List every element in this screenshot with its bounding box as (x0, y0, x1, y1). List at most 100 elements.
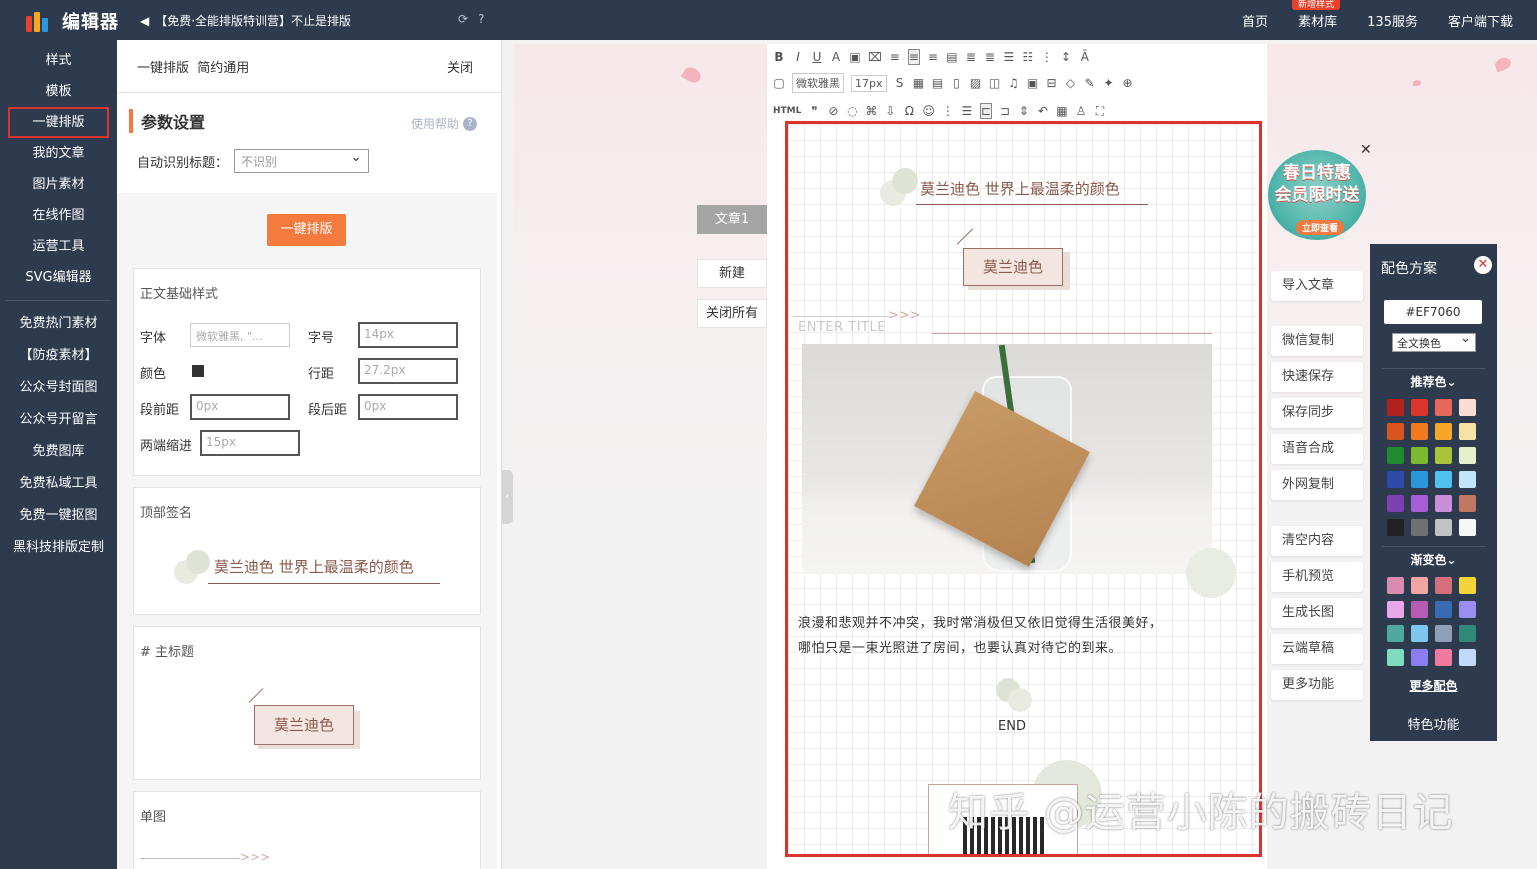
color-swatch[interactable] (1387, 649, 1404, 666)
color-swatch[interactable] (1411, 447, 1428, 464)
color-swatch[interactable] (1459, 471, 1476, 488)
refresh-icon[interactable]: ⟳ (458, 12, 468, 26)
letter-spacing-icon[interactable]: ↕ (1060, 50, 1072, 64)
import-icon[interactable]: ⇩ (884, 104, 896, 118)
color-swatch[interactable] (1387, 399, 1404, 416)
color-swatch[interactable] (1459, 447, 1476, 464)
import-article-button[interactable]: 导入文章 (1271, 271, 1363, 301)
doc-tab-article1[interactable]: 文章1 (697, 205, 767, 234)
close-icon[interactable]: ✕ (1360, 142, 1372, 158)
color-swatch[interactable] (1459, 601, 1476, 618)
paragraph-spacing-icon[interactable]: ☷ (1022, 50, 1034, 64)
sidebar-item-templates[interactable]: 模板 (0, 76, 117, 107)
notice[interactable]: ◀ 【免费·全能排版特训营】不止是排版 (140, 12, 351, 29)
nav-download[interactable]: 客户端下载 (1448, 11, 1513, 30)
color-swatch[interactable] (1411, 519, 1428, 536)
long-image-button[interactable]: 生成长图 (1271, 598, 1363, 628)
indent-icon[interactable]: ≣ (965, 50, 977, 64)
space-before-input[interactable]: 0px (190, 394, 290, 420)
unlink-icon[interactable]: ◌ (846, 104, 858, 118)
color-swatch[interactable] (1387, 495, 1404, 512)
color-swatch[interactable] (1387, 423, 1404, 440)
color-swatch[interactable] (1411, 495, 1428, 512)
divider-icon[interactable]: ⊟ (1046, 76, 1058, 90)
logo[interactable]: 编辑器 (26, 8, 119, 34)
color-swatch[interactable] (1411, 399, 1428, 416)
quick-save-button[interactable]: 快速保存 (1271, 362, 1363, 392)
font-family-select[interactable]: 微软雅黑 (792, 73, 844, 93)
color-swatch[interactable] (1435, 519, 1452, 536)
float-right-icon[interactable]: ⊐ (999, 104, 1011, 118)
font-size-select[interactable]: 17px (851, 74, 887, 92)
clear-content-button[interactable]: 清空内容 (1271, 526, 1363, 556)
nav-materials[interactable]: 新增样式 素材库 (1292, 0, 1341, 30)
link-icon[interactable]: ⊘ (827, 104, 839, 118)
music-icon[interactable]: ♫ (1008, 76, 1020, 90)
sidebar-item-images[interactable]: 图片素材 (0, 169, 117, 200)
ordered-list-icon[interactable]: ⋮ (942, 104, 954, 118)
magic-icon[interactable]: ✦ (1103, 76, 1115, 90)
anchor-icon[interactable]: ⌘ (865, 104, 877, 118)
one-click-format-button[interactable]: 一键排版 (267, 214, 346, 246)
promo-badge[interactable]: 春日特惠 会员限时送 立即查看 (1268, 150, 1366, 240)
color-swatch[interactable] (1435, 399, 1452, 416)
nav-home[interactable]: 首页 (1242, 11, 1268, 30)
cloud-draft-button[interactable]: 云端草稿 (1271, 634, 1363, 664)
color-swatch[interactable] (1411, 423, 1428, 440)
brush-icon[interactable]: ✎ (1084, 76, 1096, 90)
font-color-icon[interactable]: A (830, 50, 842, 64)
gallery-icon[interactable]: ◫ (989, 76, 1001, 90)
gradient-label[interactable]: 渐变色⌄ (1370, 551, 1497, 568)
bold-icon[interactable]: B (773, 50, 785, 64)
fullscreen-icon[interactable]: ⛶ (1094, 104, 1106, 119)
color-swatch[interactable] (1435, 625, 1452, 642)
outdent-icon[interactable]: ≣ (984, 50, 996, 64)
space-after-input[interactable]: 0px (358, 394, 458, 420)
file-icon[interactable]: ▯ (951, 76, 963, 90)
sidebar-item-ops-tools[interactable]: 运营工具 (0, 231, 117, 262)
sidebar-item-svg-editor[interactable]: SVG编辑器 (0, 262, 117, 293)
grid-icon[interactable]: ▤ (932, 76, 944, 90)
align-center-icon[interactable]: ≡ (907, 49, 920, 65)
align-right-icon[interactable]: ≡ (927, 50, 939, 64)
font-select[interactable]: 微软雅黑, "... (190, 323, 290, 347)
undo-icon[interactable]: ↶ (1037, 104, 1049, 118)
more-functions-button[interactable]: 更多功能 (1271, 670, 1363, 700)
color-swatch[interactable] (1411, 577, 1428, 594)
search-icon[interactable]: ⊕ (1122, 76, 1134, 90)
wechat-copy-button[interactable]: 微信复制 (1271, 326, 1363, 356)
special-features[interactable]: 特色功能 (1370, 714, 1497, 733)
color-swatch[interactable] (1387, 577, 1404, 594)
new-doc-button[interactable]: 新建 (697, 259, 767, 288)
color-swatch[interactable] (1435, 471, 1452, 488)
article-content[interactable]: 莫兰迪色 世界上最温柔的颜色 莫兰迪色 >>> ENTER TITLE 浪漫和悲… (785, 121, 1262, 857)
html-button[interactable]: HTML (773, 106, 801, 116)
help-link[interactable]: 使用帮助 ? (411, 115, 477, 132)
color-swatch[interactable] (1387, 471, 1404, 488)
sidebar-item-styles[interactable]: 样式 (0, 45, 117, 76)
omega-icon[interactable]: Ω (903, 104, 915, 118)
color-swatch[interactable] (1459, 495, 1476, 512)
align-left-icon[interactable]: ≡ (889, 50, 901, 64)
text-case-icon[interactable]: Ā (1079, 50, 1091, 64)
voice-synthesis-button[interactable]: 语音合成 (1271, 434, 1363, 464)
sidebar-item-epidemic[interactable]: 【防疫素材】 (0, 340, 117, 372)
sidebar-item-comments[interactable]: 公众号开留言 (0, 404, 117, 436)
color-swatch[interactable] (1459, 399, 1476, 416)
auto-title-select[interactable]: 不识别 (234, 149, 370, 173)
nav-service[interactable]: 135服务 (1367, 11, 1418, 30)
color-swatch[interactable] (1459, 649, 1476, 666)
hex-color-input[interactable]: #EF7060 (1384, 300, 1482, 324)
italic-icon[interactable]: I (792, 50, 804, 64)
float-left-icon[interactable]: ⊏ (979, 103, 992, 119)
color-swatch[interactable] (1459, 625, 1476, 642)
close-icon[interactable]: ✕ (1474, 256, 1492, 274)
sidebar-item-online-design[interactable]: 在线作图 (0, 200, 117, 231)
color-swatch[interactable] (1435, 423, 1452, 440)
mobile-preview-button[interactable]: 手机预览 (1271, 562, 1363, 592)
main-title-card[interactable]: # 主标题 莫兰迪色 (133, 626, 481, 780)
color-swatch[interactable] (1459, 423, 1476, 440)
collapse-handle[interactable]: ‹ (502, 470, 513, 524)
recommend-label[interactable]: 推荐色⌄ (1370, 373, 1497, 390)
color-swatch[interactable] (1459, 577, 1476, 594)
